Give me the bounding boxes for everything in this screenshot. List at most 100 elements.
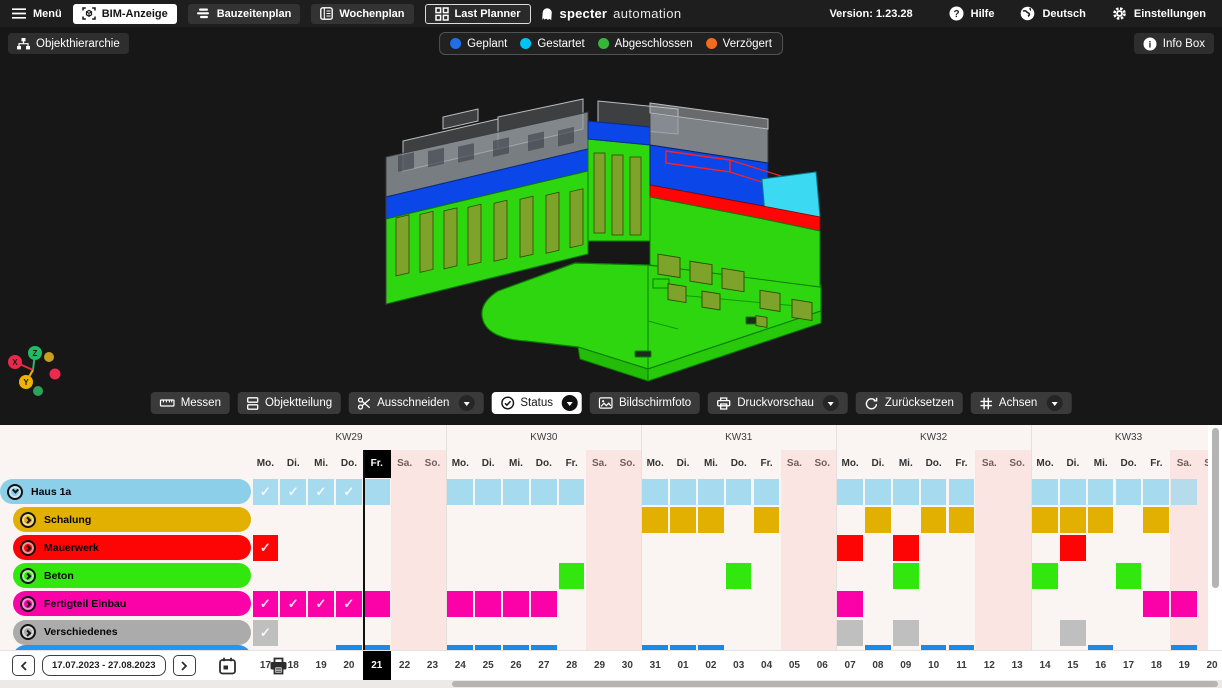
day-header-cell[interactable]: Di. <box>279 450 307 478</box>
footer-date-cell[interactable]: 24 <box>446 651 474 680</box>
expand-chevron-icon[interactable] <box>20 568 36 584</box>
day-header-cell[interactable]: Do. <box>530 450 558 478</box>
footer-date-cell[interactable]: 25 <box>474 651 502 680</box>
gantt-cell[interactable] <box>670 507 696 533</box>
day-header-cell[interactable]: Fr. <box>948 450 976 478</box>
day-header-cell[interactable]: Sa. <box>1170 450 1198 478</box>
gantt-cell[interactable] <box>698 479 724 505</box>
footer-date-cell[interactable]: 17 <box>252 651 280 680</box>
prev-period-button[interactable] <box>12 655 35 676</box>
gantt-cell[interactable]: ✓ <box>336 479 362 505</box>
axis-gizmo[interactable]: X Y Z <box>2 343 64 399</box>
gantt-cell[interactable] <box>559 479 585 505</box>
footer-date-cell[interactable]: 18 <box>279 651 307 680</box>
collapse-chevron-icon[interactable] <box>7 484 23 500</box>
gantt-cell[interactable] <box>837 620 863 646</box>
footer-date-cell[interactable]: 23 <box>419 651 447 680</box>
gantt-cell[interactable] <box>1088 507 1114 533</box>
next-period-button[interactable] <box>173 655 196 676</box>
day-header-cell[interactable]: Sa. <box>975 450 1003 478</box>
gantt-cell[interactable] <box>949 507 975 533</box>
gantt-cell[interactable] <box>531 591 557 617</box>
gantt-cell[interactable] <box>670 479 696 505</box>
footer-date-cell[interactable]: 10 <box>920 651 948 680</box>
gantt-cell[interactable] <box>1060 620 1086 646</box>
gantt-cell[interactable] <box>1116 479 1142 505</box>
footer-date-cell[interactable]: 22 <box>391 651 419 680</box>
gantt-cell[interactable]: ✓ <box>280 479 306 505</box>
gantt-cell[interactable] <box>921 507 947 533</box>
gantt-cell[interactable]: ✓ <box>253 535 279 561</box>
expand-chevron-icon[interactable] <box>20 596 36 612</box>
gantt-cell[interactable] <box>364 591 390 617</box>
gantt-cell[interactable] <box>531 479 557 505</box>
day-header-cell[interactable]: Fr. <box>753 450 781 478</box>
day-header-cell[interactable]: So. <box>1003 450 1031 478</box>
dropdown-chevron-ausschneiden[interactable] <box>458 395 474 411</box>
day-header-cell[interactable]: Do. <box>1115 450 1143 478</box>
gantt-cell[interactable]: ✓ <box>280 591 306 617</box>
footer-date-cell[interactable]: 26 <box>502 651 530 680</box>
footer-date-cell[interactable]: 08 <box>864 651 892 680</box>
footer-date-cell[interactable]: 31 <box>641 651 669 680</box>
gantt-cell[interactable] <box>1116 563 1142 589</box>
gantt-cell[interactable] <box>837 591 863 617</box>
object-hierarchy-button[interactable]: Objekthierarchie <box>8 33 129 54</box>
day-header-cell[interactable]: So. <box>419 450 447 478</box>
footer-date-cell[interactable]: 19 <box>1170 651 1198 680</box>
gantt-cell[interactable] <box>1032 563 1058 589</box>
gantt-cell[interactable]: ✓ <box>308 591 334 617</box>
gantt-cell[interactable] <box>1143 479 1169 505</box>
gantt-cell[interactable] <box>893 535 919 561</box>
gantt-cell[interactable]: ✓ <box>253 620 279 646</box>
dropdown-chevron-status[interactable] <box>562 395 578 411</box>
gantt-cell[interactable] <box>726 563 752 589</box>
footer-date-cell[interactable]: 13 <box>1003 651 1031 680</box>
gantt-cell[interactable] <box>447 591 473 617</box>
day-header-cell[interactable]: Di. <box>864 450 892 478</box>
gantt-cell[interactable] <box>559 563 585 589</box>
menu-button[interactable]: Menü <box>12 8 62 20</box>
vertical-scrollbar[interactable] <box>1208 425 1222 650</box>
gantt-cell[interactable]: ✓ <box>253 591 279 617</box>
day-header-cell[interactable]: Fr. <box>363 450 391 478</box>
gantt-cell[interactable] <box>1143 507 1169 533</box>
day-header-cell[interactable]: Mo. <box>446 450 474 478</box>
gantt-cell[interactable] <box>503 479 529 505</box>
footer-date-cell[interactable]: 04 <box>753 651 781 680</box>
gantt-cell[interactable]: ✓ <box>336 591 362 617</box>
footer-date-cell[interactable]: 12 <box>975 651 1003 680</box>
gantt-row-label-schalung[interactable]: Schalung <box>13 507 251 532</box>
day-header-cell[interactable]: Sa. <box>781 450 809 478</box>
tool-status[interactable]: Status <box>491 392 582 414</box>
day-header-cell[interactable]: Mi. <box>502 450 530 478</box>
gantt-cell[interactable] <box>503 591 529 617</box>
footer-date-cell[interactable]: 09 <box>892 651 920 680</box>
gantt-cell[interactable] <box>726 479 752 505</box>
footer-date-cell[interactable]: 27 <box>530 651 558 680</box>
gantt-cell[interactable] <box>893 620 919 646</box>
tab-bauzeitenplan[interactable]: Bauzeitenplan <box>188 4 301 24</box>
gantt-cell[interactable] <box>1032 507 1058 533</box>
gantt-cell[interactable] <box>893 563 919 589</box>
footer-date-cell[interactable]: 21 <box>363 651 391 680</box>
gantt-row-label-beton[interactable]: Beton <box>13 563 251 588</box>
day-header-cell[interactable]: Fr. <box>558 450 586 478</box>
date-range-field[interactable]: 17.07.2023 - 27.08.2023 <box>42 655 166 676</box>
day-header-cell[interactable]: Fr. <box>1142 450 1170 478</box>
gantt-cell[interactable] <box>475 479 501 505</box>
footer-date-cell[interactable]: 11 <box>948 651 976 680</box>
day-header-cell[interactable]: Do. <box>725 450 753 478</box>
day-header-cell[interactable]: Mo. <box>641 450 669 478</box>
gantt-cell[interactable] <box>921 479 947 505</box>
gantt-cell[interactable] <box>893 479 919 505</box>
footer-date-cell[interactable]: 20 <box>1198 651 1222 680</box>
gantt-cell[interactable] <box>754 507 780 533</box>
settings-button[interactable]: Einstellungen <box>1112 6 1206 21</box>
gantt-cell[interactable] <box>642 507 668 533</box>
gantt-cell[interactable] <box>1143 591 1169 617</box>
footer-date-cell[interactable]: 02 <box>697 651 725 680</box>
day-header-cell[interactable]: Di. <box>669 450 697 478</box>
day-header-cell[interactable]: Mi. <box>697 450 725 478</box>
day-header-cell[interactable]: Do. <box>920 450 948 478</box>
